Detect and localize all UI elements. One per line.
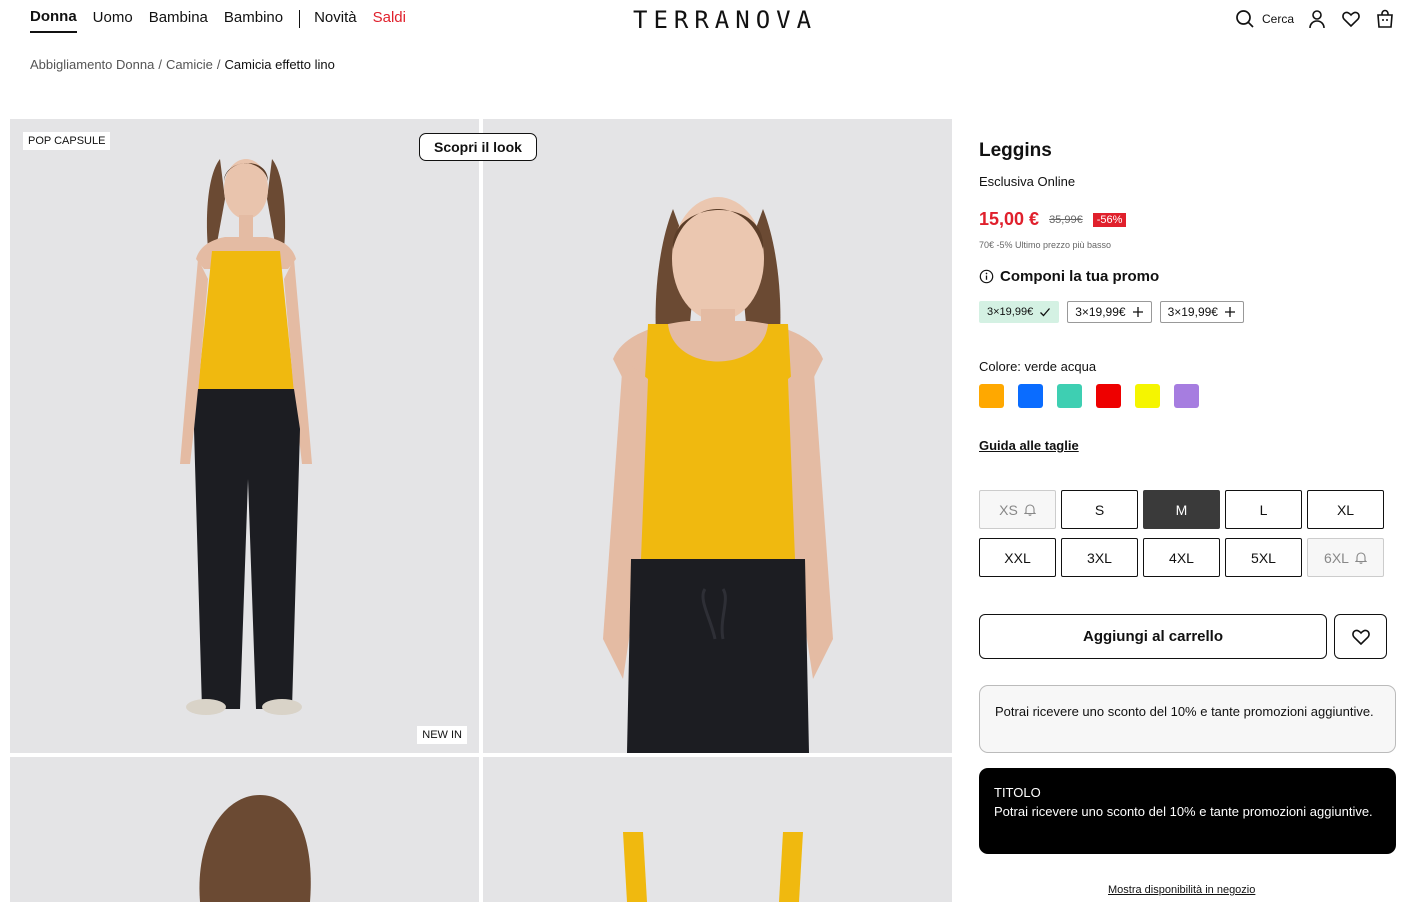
breadcrumb-separator: /: [158, 57, 162, 72]
size-label: 6XL: [1324, 549, 1349, 566]
size-selector: XS S M L XL XXL 3XL 4XL 5XL 6XL: [979, 490, 1384, 577]
breadcrumb-item[interactable]: Camicie: [166, 57, 213, 72]
product-gallery: POP CAPSULE NEW IN Scopri il look: [10, 119, 952, 902]
size-label: 5XL: [1251, 549, 1276, 566]
main-nav: Donna Uomo Bambina Bambino Novità Saldi: [30, 8, 422, 33]
header-actions: Cerca: [1234, 8, 1396, 30]
discount-badge: -56%: [1092, 212, 1127, 227]
wishlist-icon[interactable]: [1340, 8, 1362, 30]
nav-bambina[interactable]: Bambina: [149, 9, 208, 32]
check-icon: [1040, 308, 1051, 317]
promo-chips: 3×19,99€ 3×19,99€ 3×19,99€: [979, 301, 1399, 323]
search-label: Cerca: [1261, 12, 1294, 26]
search-icon: [1234, 8, 1256, 30]
promo-chip[interactable]: 3×19,99€: [1067, 301, 1152, 323]
color-label: Colore: verde acqua: [979, 359, 1097, 374]
promo-banner-title: TITOLO: [994, 785, 1041, 800]
breadcrumb: Abbigliamento Donna / Camicie / Camicia effe…: [30, 57, 335, 72]
current-price: 15,00 €: [979, 209, 1040, 229]
nav-donna[interactable]: Donna: [30, 8, 77, 33]
color-swatch-red[interactable]: [1096, 384, 1121, 408]
promo-chip-label: 3×19,99€: [987, 306, 1034, 318]
account-icon[interactable]: [1306, 8, 1328, 30]
heart-icon: [1351, 629, 1370, 645]
size-option-m[interactable]: M: [1143, 490, 1220, 529]
product-image-detail[interactable]: [483, 757, 952, 902]
nav-novita[interactable]: Novità: [314, 9, 357, 32]
search-button[interactable]: Cerca: [1234, 8, 1294, 30]
price-row: 15,00 € 35,99€ -56%: [979, 209, 1399, 230]
promo-title: Componi la tua promo: [1000, 268, 1160, 285]
add-to-cart-button[interactable]: Aggiungi al carrello: [979, 614, 1327, 659]
promo-heading: Componi la tua promo: [979, 268, 1399, 285]
size-label: XL: [1336, 501, 1355, 518]
promo-chip-selected[interactable]: 3×19,99€: [979, 301, 1060, 323]
size-label: M: [1175, 501, 1188, 518]
color-swatch-aqua[interactable]: [1057, 384, 1082, 408]
size-option-6xl[interactable]: 6XL: [1307, 538, 1384, 577]
model-back-illustration: [10, 757, 479, 902]
promo-chip-label: 3×19,99€: [1167, 305, 1218, 319]
bell-icon: [1354, 552, 1367, 564]
plus-icon: [1132, 307, 1143, 317]
color-swatch-yellow[interactable]: [1135, 384, 1160, 408]
nav-uomo[interactable]: Uomo: [93, 9, 133, 32]
size-option-3xl[interactable]: 3XL: [1061, 538, 1138, 577]
lowest-price-note: 70€ -5% Ultimo prezzo più basso: [979, 240, 1112, 250]
discover-look-button[interactable]: Scopri il look: [419, 133, 537, 161]
new-in-badge: NEW IN: [417, 726, 467, 744]
size-label: 3XL: [1087, 549, 1112, 566]
size-guide-link[interactable]: Guida alle taglie: [979, 438, 1079, 453]
product-subtitle: Esclusiva Online: [979, 174, 1076, 189]
size-option-4xl[interactable]: 4XL: [1143, 538, 1220, 577]
size-label: XS: [999, 501, 1018, 518]
promo-banner-text: Potrai ricevere uno sconto del 10% e tan…: [994, 804, 1373, 819]
nav-saldi[interactable]: Saldi: [373, 9, 406, 32]
size-option-xs[interactable]: XS: [979, 490, 1056, 529]
breadcrumb-item[interactable]: Abbigliamento Donna: [30, 57, 154, 72]
promo-chip-label: 3×19,99€: [1075, 305, 1126, 319]
store-availability-link[interactable]: Mostra disponibilità in negozio: [1108, 884, 1255, 896]
product-image-closeup[interactable]: [483, 119, 952, 753]
size-label: XXL: [1004, 549, 1031, 566]
size-option-xxl[interactable]: XXL: [979, 538, 1056, 577]
product-image-back[interactable]: [10, 757, 479, 902]
size-label: L: [1259, 501, 1268, 518]
bell-icon: [1023, 504, 1036, 516]
cart-icon[interactable]: [1374, 8, 1396, 30]
color-swatch-orange[interactable]: [979, 384, 1004, 408]
nav-bambino[interactable]: Bambino: [224, 9, 283, 32]
product-info-panel: Leggins Esclusiva Online 15,00 € 35,99€ …: [979, 140, 1399, 455]
pop-capsule-badge: POP CAPSULE: [23, 132, 111, 150]
product-title: Leggins: [979, 140, 1052, 161]
model-closeup-illustration: [483, 119, 952, 753]
color-swatch-blue[interactable]: [1018, 384, 1043, 408]
color-swatch-lilac[interactable]: [1174, 384, 1199, 408]
size-option-xl[interactable]: XL: [1307, 490, 1384, 529]
top-detail-illustration: [483, 757, 952, 902]
promo-banner: TITOLO Potrai ricevere uno sconto del 10…: [979, 768, 1396, 854]
product-image-full-body[interactable]: POP CAPSULE NEW IN: [10, 119, 479, 753]
size-option-5xl[interactable]: 5XL: [1225, 538, 1302, 577]
promo-chip[interactable]: 3×19,99€: [1159, 301, 1244, 323]
promo-info-box: Potrai ricevere uno sconto del 10% e tan…: [979, 685, 1396, 753]
original-price: 35,99€: [1049, 213, 1083, 226]
size-option-l[interactable]: L: [1225, 490, 1302, 529]
color-swatches: [979, 384, 1399, 408]
size-option-s[interactable]: S: [1061, 490, 1138, 529]
size-label: 4XL: [1169, 549, 1194, 566]
info-icon: [979, 269, 994, 284]
breadcrumb-separator: /: [216, 57, 221, 72]
plus-icon: [1224, 307, 1235, 317]
size-label: S: [1094, 501, 1105, 518]
model-full-body-illustration: [10, 119, 479, 753]
add-to-wishlist-button[interactable]: [1334, 614, 1387, 659]
nav-divider: [299, 9, 301, 28]
breadcrumb-current: Camicia effetto lino: [224, 57, 335, 72]
brand-logo[interactable]: TERRANOVA: [633, 6, 817, 34]
